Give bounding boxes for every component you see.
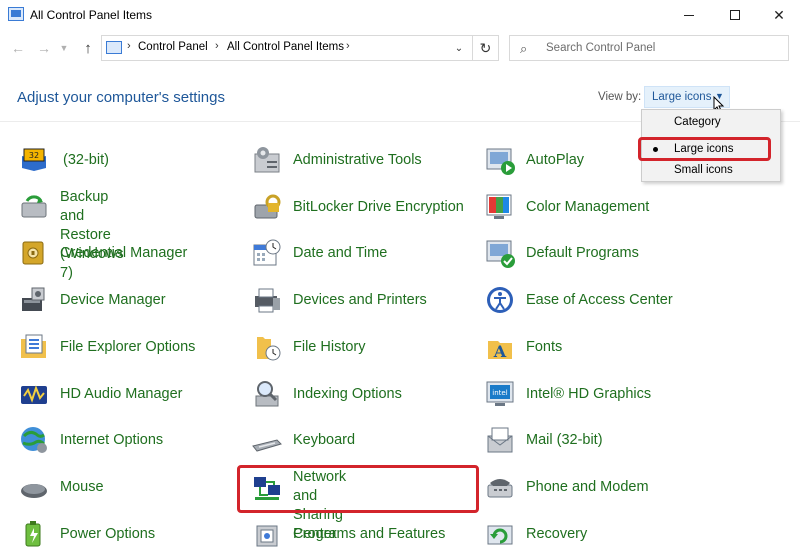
view-by-label: View by: — [598, 91, 642, 103]
devices-printers-icon — [255, 288, 280, 313]
page-heading: Adjust your computer's settings — [17, 89, 225, 106]
device-manager-icon — [22, 287, 45, 311]
maximize-button[interactable] — [712, 0, 758, 30]
item-label: Intel® HD Graphics — [526, 386, 652, 402]
highlight-box — [237, 465, 479, 513]
svg-text:A: A — [493, 342, 507, 361]
item-label: HD Audio Manager — [60, 386, 183, 402]
item-label: Power Options — [60, 526, 156, 542]
date-time-icon — [253, 239, 281, 266]
file-history-icon — [257, 337, 281, 361]
breadcrumb-all-items[interactable]: All Control Panel Items — [227, 41, 344, 53]
mouse-icon — [21, 484, 47, 498]
item-label: Credential Manager — [60, 245, 188, 261]
svg-text:32: 32 — [29, 151, 39, 160]
item-label: Administrative Tools — [293, 152, 422, 168]
item-label: (32-bit) — [63, 152, 109, 168]
internet-options-icon — [21, 427, 47, 453]
view-by-value: Large icons — [652, 91, 712, 103]
breadcrumb-separator-icon[interactable]: › — [346, 40, 350, 52]
item-label: BitLocker Drive Encryption — [293, 199, 464, 215]
keyboard-icon — [252, 439, 282, 452]
search-input[interactable] — [546, 40, 776, 56]
control-panel-icon — [106, 41, 122, 54]
close-button[interactable]: ✕ — [756, 0, 800, 30]
refresh-icon: ↻ — [479, 39, 492, 56]
minimize-icon — [684, 14, 694, 16]
item-label: Backup and Restore (Windows 7) — [60, 189, 124, 281]
item-label: AutoPlay — [526, 152, 585, 168]
item-label: Internet Options — [60, 432, 164, 448]
back-button[interactable]: ← — [8, 38, 28, 58]
up-button[interactable]: ↑ — [78, 38, 98, 58]
item-label: Color Management — [526, 199, 650, 215]
menu-item-category[interactable]: Category — [642, 113, 780, 133]
address-bar[interactable]: › Control Panel › All Control Panel Item… — [101, 35, 499, 61]
close-icon: ✕ — [773, 6, 785, 23]
breadcrumb-separator-icon[interactable]: › — [215, 40, 219, 52]
item-label: Device Manager — [60, 292, 166, 308]
menu-item-label: Small icons — [674, 164, 733, 176]
highlight-box — [638, 137, 771, 161]
forward-button[interactable]: → — [34, 38, 54, 58]
mail-icon — [487, 427, 513, 453]
minimize-button[interactable] — [666, 0, 712, 30]
item-label: Recovery — [526, 526, 588, 542]
recent-locations-button[interactable]: ▼ — [58, 38, 70, 58]
item-label: Date and Time — [293, 245, 388, 261]
back-arrow-icon: ← — [11, 40, 25, 56]
up-arrow-icon: ↑ — [84, 39, 92, 57]
item-label: Keyboard — [293, 432, 356, 448]
svg-text:intel: intel — [492, 389, 507, 397]
color-management-icon — [486, 194, 512, 219]
fonts-icon: A — [488, 341, 512, 361]
intel-graphics-icon: intel — [486, 381, 514, 406]
item-label: Phone and Modem — [526, 479, 649, 495]
bitlocker-icon — [254, 194, 281, 219]
control-panel-icon — [8, 7, 24, 21]
credential-manager-icon — [22, 241, 44, 265]
chevron-down-icon: ⌄ — [454, 42, 464, 54]
item-label: File History — [293, 339, 366, 355]
item-label: Ease of Access Center — [526, 292, 673, 308]
chevron-down-icon: ▼ — [59, 43, 69, 53]
item-label: Default Programs — [526, 245, 639, 261]
window-title: All Control Panel Items — [30, 8, 153, 22]
refresh-button[interactable]: ↻ — [472, 36, 498, 60]
default-programs-icon — [486, 240, 515, 268]
item-label: Devices and Printers — [293, 292, 427, 308]
menu-item-small-icons[interactable]: Small icons — [642, 161, 780, 181]
phone-modem-icon — [487, 479, 513, 498]
item-label: Mail (32-bit) — [526, 432, 603, 448]
ease-of-access-icon — [487, 287, 513, 313]
navigation-bar: ← → ▼ ↑ › Control Panel › All Control Pa… — [0, 30, 800, 66]
item-label: Fonts — [526, 339, 563, 355]
address-dropdown-button[interactable]: ⌄ — [448, 36, 470, 60]
maximize-icon — [730, 10, 740, 20]
programs-features-icon — [256, 525, 278, 547]
breadcrumb-separator-icon[interactable]: › — [127, 40, 131, 52]
backup-restore-icon — [21, 195, 47, 218]
autoplay-icon — [486, 148, 515, 175]
java-icon: 32 — [22, 148, 46, 171]
item-label: Mouse — [60, 479, 104, 495]
menu-item-label: Category — [674, 116, 721, 128]
search-box[interactable]: ⌕ — [509, 35, 789, 61]
hd-audio-icon — [21, 385, 47, 404]
power-options-icon — [25, 521, 41, 547]
breadcrumb-control-panel[interactable]: Control Panel — [138, 41, 208, 53]
file-explorer-options-icon — [21, 334, 46, 358]
indexing-options-icon — [255, 381, 279, 407]
item-label: File Explorer Options — [60, 339, 196, 355]
item-label: Indexing Options — [293, 386, 402, 402]
administrative-tools-icon — [254, 147, 280, 173]
forward-arrow-icon: → — [37, 40, 51, 56]
search-icon: ⌕ — [520, 41, 528, 56]
title-bar: All Control Panel Items ✕ — [0, 0, 800, 30]
item-label: Programs and Features — [293, 526, 446, 542]
recovery-icon — [487, 525, 513, 545]
